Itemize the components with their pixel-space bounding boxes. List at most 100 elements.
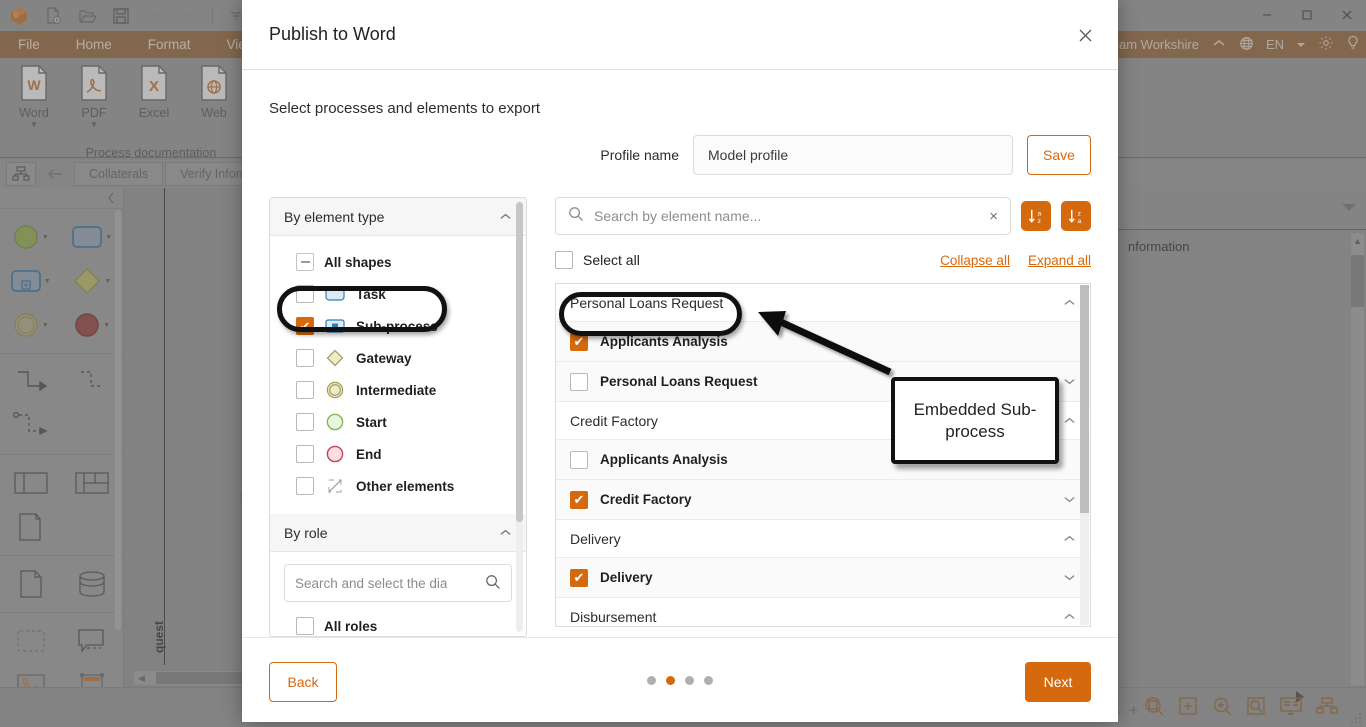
tree-scroll-thumb[interactable] xyxy=(1080,285,1089,513)
checkbox-gateway[interactable] xyxy=(296,349,314,367)
ribbon-item-word[interactable]: W Word ▼ xyxy=(6,62,62,129)
chevron-up-icon[interactable] xyxy=(1211,37,1227,52)
role-search-input[interactable]: Search and select the dia xyxy=(284,564,512,602)
step-dot-4[interactable] xyxy=(704,676,713,685)
properties-list-item[interactable]: nformation xyxy=(1118,231,1366,262)
caret-down-icon[interactable]: ▼ xyxy=(30,121,38,129)
ribbon-tab-home[interactable]: Home xyxy=(58,31,130,58)
tree-group-personal-loans-request[interactable]: Personal Loans Request xyxy=(556,284,1090,322)
element-tree[interactable]: Personal Loans Request ✔ Applicants Anal… xyxy=(555,283,1091,627)
chevron-down-icon[interactable] xyxy=(1063,375,1076,388)
process-tree-icon[interactable] xyxy=(1316,697,1338,720)
palette-end-shape[interactable]: ▼ xyxy=(62,303,124,347)
chevron-up-icon[interactable] xyxy=(499,526,512,539)
caret-down-icon[interactable]: ▼ xyxy=(104,278,111,285)
redo-icon[interactable] xyxy=(178,5,200,27)
caret-down-icon[interactable] xyxy=(1296,37,1306,52)
palette-lane-shape[interactable] xyxy=(62,461,124,505)
ribbon-item-excel[interactable]: X Excel xyxy=(126,62,182,128)
checkbox-all-roles[interactable] xyxy=(296,617,314,635)
chevron-down-icon[interactable] xyxy=(1063,493,1076,506)
option-all-shapes[interactable]: All shapes xyxy=(270,246,526,278)
option-sub-process[interactable]: ✔ Sub-process xyxy=(270,310,526,342)
sort-az-button[interactable]: a z xyxy=(1021,201,1051,231)
option-start[interactable]: Start xyxy=(270,406,526,438)
chevron-up-icon[interactable] xyxy=(1063,296,1076,309)
palette-annotation-shape[interactable] xyxy=(0,505,62,549)
palette-data-store-shape[interactable] xyxy=(62,562,124,606)
expand-all-link[interactable]: Expand all xyxy=(1028,253,1091,268)
caret-down-icon[interactable]: ▼ xyxy=(90,121,98,129)
maximize-icon[interactable] xyxy=(1296,4,1318,26)
tree-group-disbursement[interactable]: Disbursement xyxy=(556,598,1090,626)
checkbox-sub-process[interactable]: ✔ xyxy=(296,317,314,335)
ribbon-tab-file[interactable]: File xyxy=(0,31,58,58)
ribbon-item-web[interactable]: Web xyxy=(186,62,242,128)
checkbox-task[interactable] xyxy=(296,285,314,303)
step-dot-1[interactable] xyxy=(647,676,656,685)
sort-za-button[interactable]: z a xyxy=(1061,201,1091,231)
undo-icon[interactable] xyxy=(144,5,166,27)
tree-group-credit-factory[interactable]: Credit Factory xyxy=(556,402,1090,440)
checkbox-select-all[interactable] xyxy=(555,251,573,269)
back-arrow-icon[interactable] xyxy=(38,162,72,186)
option-end[interactable]: End xyxy=(270,438,526,470)
caret-down-icon[interactable]: ▼ xyxy=(105,234,112,241)
caret-down-icon[interactable] xyxy=(1342,204,1356,211)
process-tree-icon[interactable] xyxy=(6,162,36,186)
new-document-icon[interactable] xyxy=(42,5,64,27)
palette-pool-shape[interactable] xyxy=(0,461,62,505)
palette-message-flow[interactable] xyxy=(62,360,124,404)
palette-group-shape[interactable] xyxy=(0,619,62,663)
palette-gateway-shape[interactable]: ▼ xyxy=(62,259,124,303)
next-button[interactable]: Next xyxy=(1025,662,1091,702)
ribbon-tab-format[interactable]: Format xyxy=(130,31,209,58)
checkbox-credit-factory[interactable]: ✔ xyxy=(570,490,588,509)
language-label[interactable]: EN xyxy=(1266,37,1284,52)
close-icon[interactable] xyxy=(1072,22,1098,48)
app-logo-icon[interactable] xyxy=(8,5,30,27)
minimize-icon[interactable] xyxy=(1256,4,1278,26)
zoom-region-icon[interactable] xyxy=(1246,696,1266,721)
resize-grip-icon[interactable] xyxy=(1350,712,1362,724)
save-disk-icon[interactable] xyxy=(110,5,132,27)
palette-intermediate-shape[interactable]: ▼ xyxy=(0,303,62,347)
step-dot-3[interactable] xyxy=(685,676,694,685)
fit-page-icon[interactable] xyxy=(1144,696,1164,721)
palette-text-annotation-shape[interactable] xyxy=(62,619,124,663)
save-button[interactable]: Save xyxy=(1027,135,1091,175)
checkbox-start[interactable] xyxy=(296,413,314,431)
palette-association-flow[interactable] xyxy=(0,404,62,448)
tree-item-applicants-analysis-2[interactable]: Applicants Analysis xyxy=(556,440,1090,480)
option-intermediate[interactable]: Intermediate xyxy=(270,374,526,406)
search-icon[interactable] xyxy=(485,574,501,593)
checkbox-applicants-analysis[interactable]: ✔ xyxy=(570,332,588,351)
palette-data-object-shape[interactable] xyxy=(0,562,62,606)
step-dot-2[interactable] xyxy=(666,676,675,685)
lightbulb-icon[interactable] xyxy=(1346,35,1360,54)
palette-collapse-icon[interactable] xyxy=(0,188,123,208)
zoom-in-magnifier-icon[interactable] xyxy=(1212,696,1232,721)
option-all-roles[interactable]: All roles xyxy=(270,610,526,636)
option-other-elements[interactable]: Other elements xyxy=(270,470,526,502)
clear-x-icon[interactable]: × xyxy=(989,208,998,225)
back-button[interactable]: Back xyxy=(269,662,337,702)
checkbox-applicants-analysis-2[interactable] xyxy=(570,450,588,469)
palette-start-shape[interactable]: ▼ xyxy=(0,215,62,259)
chevron-up-icon[interactable] xyxy=(1063,532,1076,545)
close-icon[interactable] xyxy=(1336,4,1358,26)
scroll-up-icon[interactable]: ▲ xyxy=(1353,236,1362,246)
section-header-role[interactable]: By role xyxy=(270,514,526,552)
palette-subprocess-shape[interactable]: ▼ xyxy=(0,259,62,303)
tree-item-personal-loans-request[interactable]: Personal Loans Request xyxy=(556,362,1090,402)
checkbox-all-shapes[interactable] xyxy=(296,253,314,271)
caret-down-icon[interactable]: ▼ xyxy=(42,322,49,329)
chevron-up-icon[interactable] xyxy=(1063,414,1076,427)
palette-task-shape[interactable]: ▼ xyxy=(62,215,124,259)
collapse-all-link[interactable]: Collapse all xyxy=(940,253,1010,268)
section-header-element-type[interactable]: By element type xyxy=(270,198,526,236)
gear-icon[interactable] xyxy=(1318,35,1334,54)
checkbox-intermediate[interactable] xyxy=(296,381,314,399)
tree-item-delivery[interactable]: ✔ Delivery xyxy=(556,558,1090,598)
properties-scroll-thumb[interactable] xyxy=(1351,255,1364,307)
